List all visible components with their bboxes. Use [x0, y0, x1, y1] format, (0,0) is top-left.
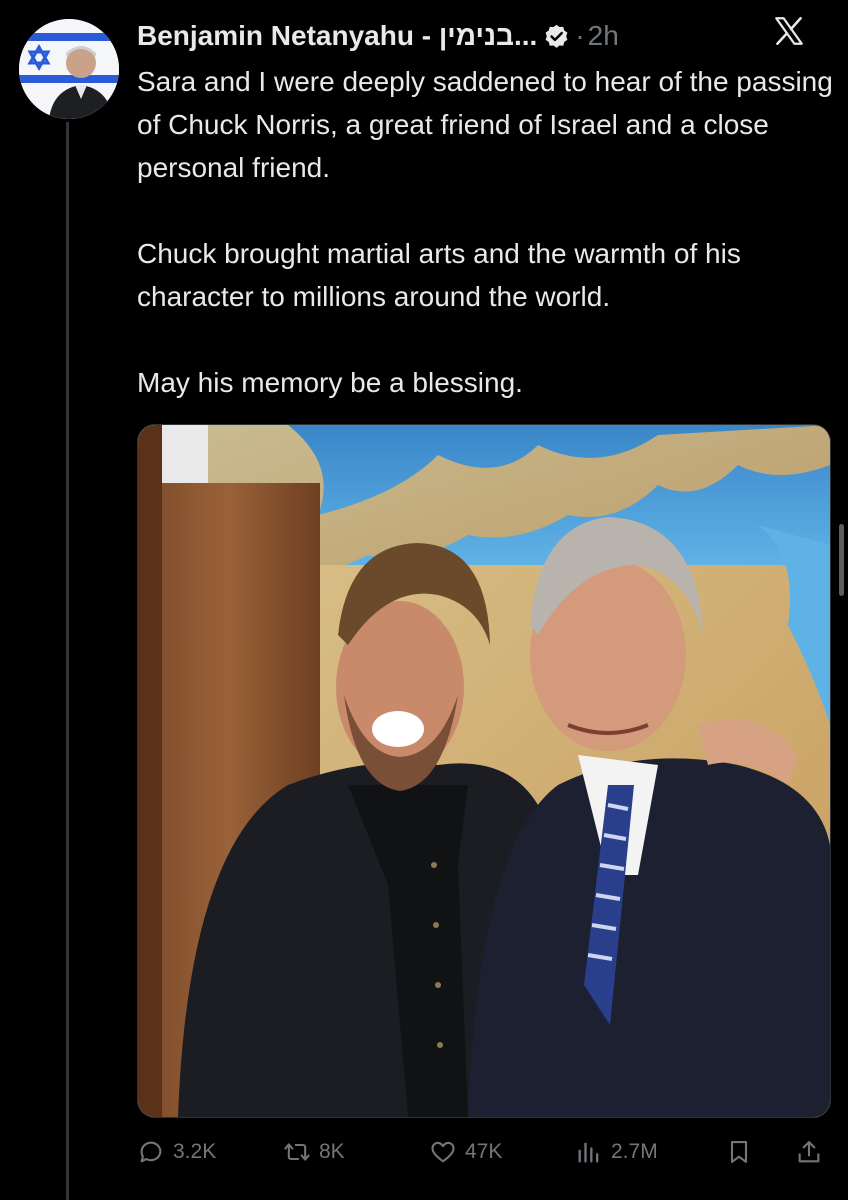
post-timestamp[interactable]: 2h: [588, 20, 619, 52]
post-paragraph: May his memory be a blessing.: [137, 367, 523, 398]
view-count: 2.7M: [611, 1140, 658, 1163]
heart-icon: [431, 1141, 455, 1163]
repost-arrows-icon: [284, 1143, 310, 1161]
post-actions: 3.2K 8K 47K 2.7M: [137, 1130, 829, 1174]
post-paragraph: Chuck brought martial arts and the warmt…: [137, 238, 741, 312]
separator-dot: ·: [575, 20, 585, 51]
views-button[interactable]: 2.7M: [575, 1138, 658, 1166]
thread-line: [66, 122, 69, 1200]
share-button[interactable]: [795, 1138, 823, 1166]
reply-count: 3.2K: [173, 1140, 217, 1163]
avatar[interactable]: [19, 19, 119, 119]
post-text: Sara and I were deeply saddened to hear …: [137, 60, 837, 404]
share-upload-icon: [798, 1141, 820, 1163]
speech-bubble-icon: [140, 1141, 162, 1163]
verified-badge-icon: [543, 23, 570, 50]
bookmark-button[interactable]: [725, 1138, 753, 1166]
post-paragraph: Sara and I were deeply saddened to hear …: [137, 66, 833, 183]
post-photo[interactable]: [137, 424, 831, 1118]
bookmark-icon: [730, 1141, 748, 1163]
bar-chart-icon: [578, 1142, 599, 1163]
repost-button[interactable]: 8K: [283, 1138, 345, 1166]
like-button[interactable]: 47K: [429, 1138, 502, 1166]
like-count: 47K: [465, 1140, 503, 1163]
repost-count: 8K: [319, 1140, 345, 1163]
post-header: Benjamin Netanyahu - בנימין... · 2h: [137, 14, 828, 58]
reply-button[interactable]: 3.2K: [137, 1138, 216, 1166]
x-logo-icon: [772, 14, 806, 48]
author-display-name[interactable]: Benjamin Netanyahu - בנימין...: [137, 20, 537, 52]
scrollbar[interactable]: [839, 524, 844, 596]
